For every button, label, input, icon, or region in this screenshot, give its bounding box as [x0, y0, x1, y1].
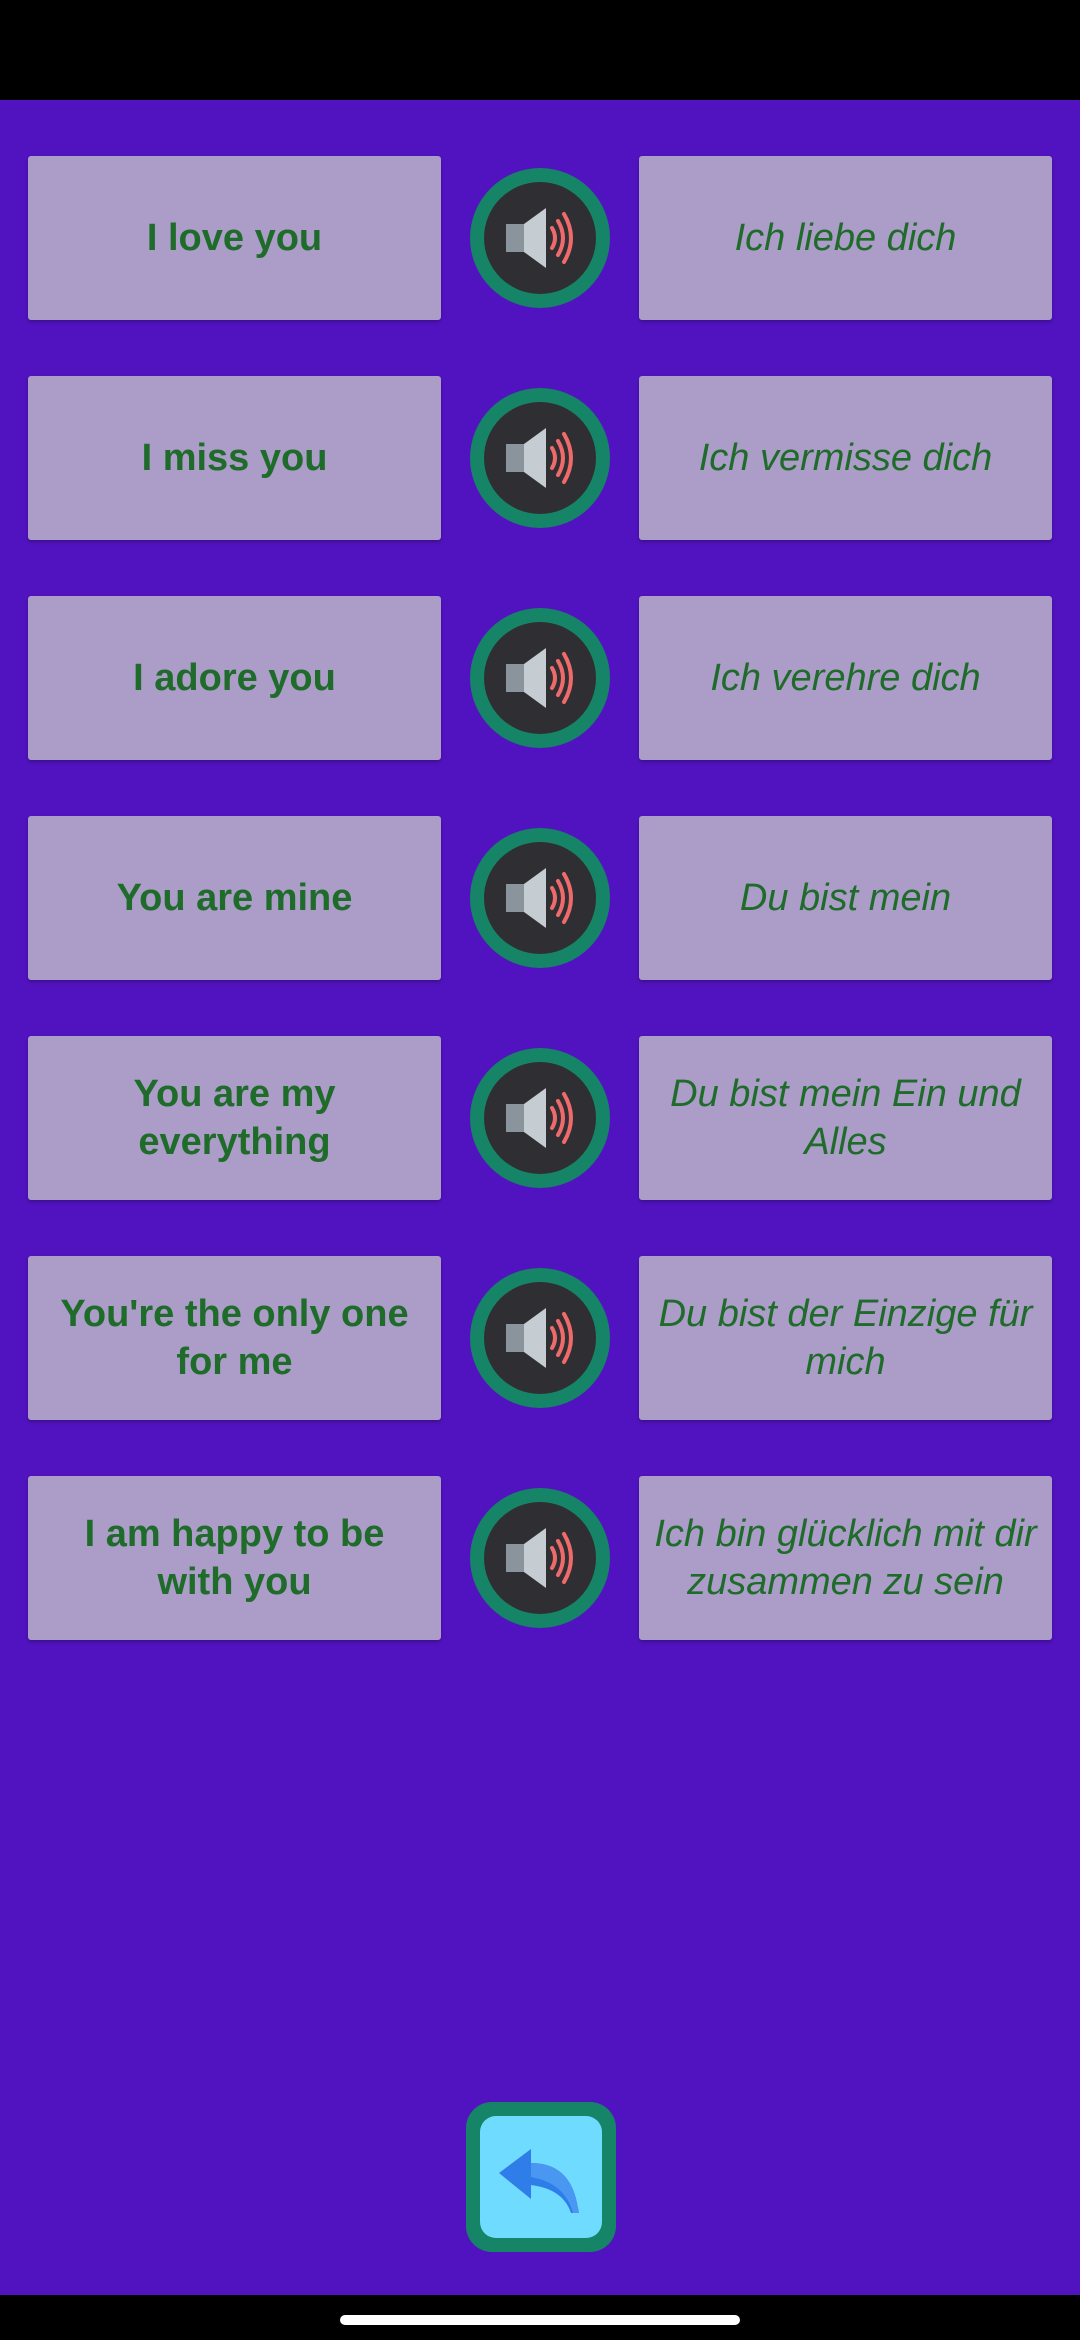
english-phrase-card[interactable]: You are mine — [28, 816, 441, 980]
german-translation-card[interactable]: Du bist der Einzige für mich — [639, 1256, 1052, 1420]
english-phrase-card[interactable]: I adore you — [28, 596, 441, 760]
phrase-row: I miss you Ich vermisse dich — [0, 376, 1080, 540]
back-button[interactable] — [466, 2102, 616, 2252]
english-phrase-card[interactable]: You're the only one for me — [28, 1256, 441, 1420]
german-translation-card[interactable]: Du bist mein Ein und Alles — [639, 1036, 1052, 1200]
speaker-icon — [484, 1062, 596, 1174]
status-bar — [0, 0, 1080, 100]
german-translation-card[interactable]: Ich vermisse dich — [639, 376, 1052, 540]
play-audio-button[interactable] — [470, 608, 610, 748]
play-audio-button[interactable] — [470, 1048, 610, 1188]
speaker-icon — [484, 182, 596, 294]
speaker-icon — [484, 1502, 596, 1614]
german-translation-card[interactable]: Ich bin glücklich mit dir zusammen zu se… — [639, 1476, 1052, 1640]
phrase-row: You are mine Du bist mein — [0, 816, 1080, 980]
phrase-row: You're the only one for me Du bist der E… — [0, 1256, 1080, 1420]
english-phrase-card[interactable]: I miss you — [28, 376, 441, 540]
phrase-row: I adore you Ich verehre dich — [0, 596, 1080, 760]
play-audio-button[interactable] — [470, 1268, 610, 1408]
back-arrow-icon — [480, 2116, 602, 2238]
play-audio-button[interactable] — [470, 828, 610, 968]
english-phrase-card[interactable]: You are my everything — [28, 1036, 441, 1200]
phrase-row: I love you Ich liebe dich — [0, 156, 1080, 320]
german-translation-card[interactable]: Du bist mein — [639, 816, 1052, 980]
german-translation-card[interactable]: Ich liebe dich — [639, 156, 1052, 320]
speaker-icon — [484, 842, 596, 954]
play-audio-button[interactable] — [470, 388, 610, 528]
home-indicator[interactable] — [340, 2315, 740, 2325]
phrase-row: You are my everything Du bist mein Ein u… — [0, 1036, 1080, 1200]
speaker-icon — [484, 622, 596, 734]
english-phrase-card[interactable]: I love you — [28, 156, 441, 320]
play-audio-button[interactable] — [470, 168, 610, 308]
play-audio-button[interactable] — [470, 1488, 610, 1628]
english-phrase-card[interactable]: I am happy to be with you — [28, 1476, 441, 1640]
german-translation-card[interactable]: Ich verehre dich — [639, 596, 1052, 760]
speaker-icon — [484, 402, 596, 514]
speaker-icon — [484, 1282, 596, 1394]
phrase-row: I am happy to be with you Ich bin glückl… — [0, 1476, 1080, 1640]
